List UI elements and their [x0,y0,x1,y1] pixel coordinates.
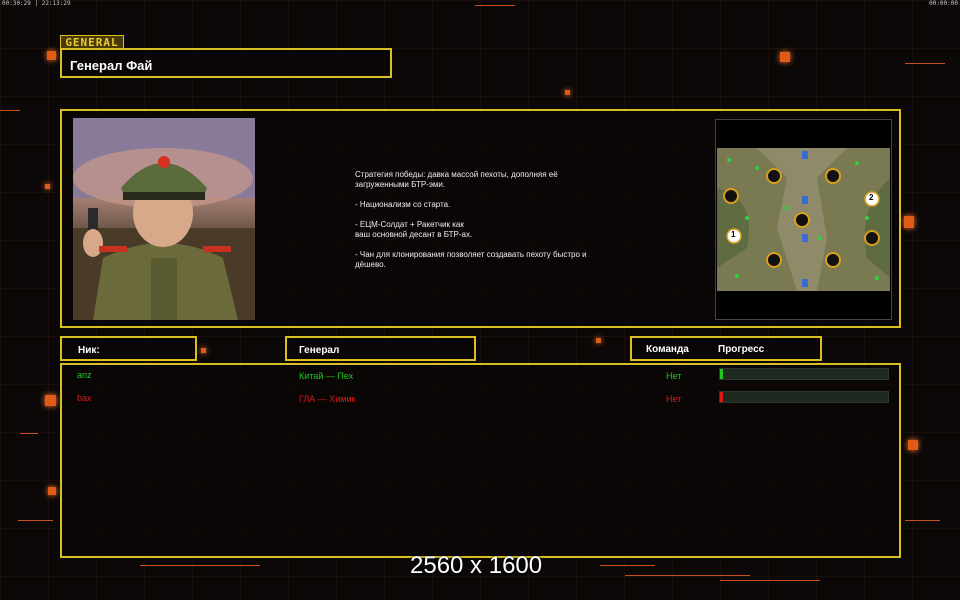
player-nick: anz [77,370,92,380]
player-progress-bar [719,391,889,403]
header-general-label: Генерал [299,345,340,356]
resolution-label: 2560 x 1600 [410,552,543,579]
player-team: Нет [666,394,682,404]
deco-square [45,184,50,189]
progress-fill [720,392,723,402]
player-list-panel: anz Китай — Пех Нет bax ГЛА — Химик Нет [60,363,901,558]
title-panel: Генерал Фай [60,48,392,78]
header-general: Генерал [285,336,476,361]
deco-line [0,110,20,111]
description-paragraph: - ЕЦМ-Солдат + Ракетчик как ваш основной… [355,220,473,239]
strategy-description: Стратегия победы: давка массой пехоты, д… [355,170,635,280]
hud-clock-left: 00:30:29 | 22:13:29 [2,0,71,7]
deco-square [45,395,56,406]
map-preview: 1 2 [715,119,892,320]
start-position-label: 2 [869,193,874,202]
progress-fill [720,369,724,379]
description-paragraph: - Чан для клонирования позволяет создава… [355,250,587,269]
deco-line [905,520,940,521]
description-paragraph: Стратегия победы: давка массой пехоты, д… [355,170,558,189]
deco-square [47,51,56,60]
player-team: Нет [666,371,682,381]
deco-square [565,90,570,95]
deco-line [600,565,655,566]
start-position-label: 1 [731,230,736,239]
deco-line [18,520,53,521]
deco-line [140,565,260,566]
portrait-illustration [73,118,255,320]
player-nick: bax [77,393,92,403]
deco-line [720,580,820,581]
header-nick-label: Ник: [78,345,100,356]
deco-square [908,440,918,450]
header-team-label: Команда [646,344,689,355]
player-progress-bar [719,368,889,380]
deco-line [905,63,945,64]
deco-line [625,575,750,576]
hud-clock-right: 00:00:00 [929,0,958,7]
deco-square [48,487,56,495]
deco-line [20,433,38,434]
description-paragraph: - Национализм со старта. [355,200,451,209]
header-progress-label: Прогресс [718,344,765,355]
deco-line [475,5,515,6]
header-nick: Ник: [60,336,197,361]
player-general: ГЛА — Химик [299,394,356,404]
deco-square [201,348,206,353]
deco-square [780,52,790,62]
header-team-progress: Команда Прогресс [630,336,822,361]
deco-square [596,338,601,343]
minimap: 1 2 [717,148,890,291]
minimap-terrain [717,148,890,291]
general-portrait [73,118,255,320]
general-title: Генерал Фай [70,58,153,73]
player-general: Китай — Пех [299,371,354,381]
deco-square [904,216,914,228]
